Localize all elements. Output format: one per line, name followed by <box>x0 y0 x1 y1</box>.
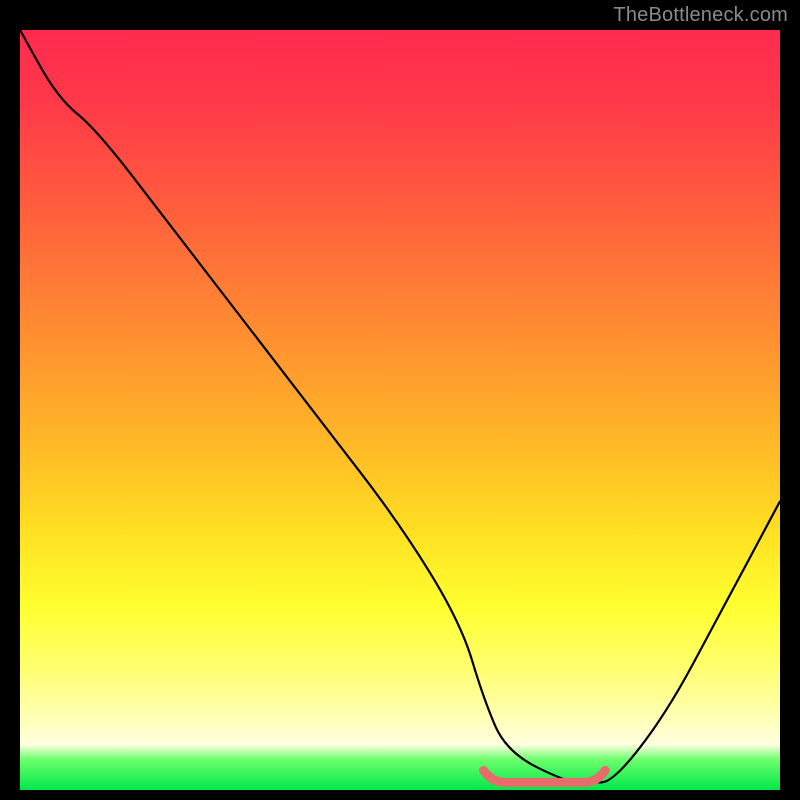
chart-frame: TheBottleneck.com <box>0 0 800 800</box>
chart-svg <box>20 30 780 790</box>
watermark-text: TheBottleneck.com <box>613 4 788 27</box>
bottleneck-curve <box>20 30 780 782</box>
plot-area <box>20 30 780 790</box>
optimal-range-marker <box>484 770 606 782</box>
